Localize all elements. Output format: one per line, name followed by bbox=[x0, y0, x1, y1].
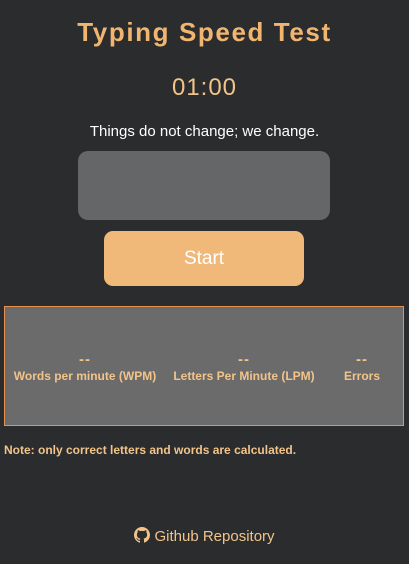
page-title: Typing Speed Test bbox=[77, 17, 332, 47]
github-link-text: Github Repository bbox=[154, 528, 275, 545]
github-icon bbox=[134, 527, 151, 543]
wpm-value: -- bbox=[79, 351, 91, 368]
typing-input[interactable] bbox=[78, 151, 330, 220]
errors-label: Errors bbox=[343, 369, 381, 383]
github-repository-link[interactable]: Github Repository bbox=[0, 527, 409, 547]
stat-lpm: -- Letters Per Minute (LPM) bbox=[172, 352, 316, 384]
stat-wpm: -- Words per minute (WPM) bbox=[13, 352, 157, 384]
stat-errors: -- Errors bbox=[336, 352, 388, 384]
errors-value: -- bbox=[356, 351, 368, 368]
countdown-timer: 01:00 bbox=[171, 74, 238, 101]
quote-text: Things do not change; we change. bbox=[89, 123, 320, 140]
lpm-label: Letters Per Minute (LPM) bbox=[173, 369, 315, 383]
calculation-note: Note: only correct letters and words are… bbox=[4, 443, 297, 457]
stats-panel: -- Words per minute (WPM) -- Letters Per… bbox=[4, 306, 404, 426]
lpm-value: -- bbox=[238, 351, 250, 368]
wpm-label: Words per minute (WPM) bbox=[13, 369, 157, 383]
start-button[interactable]: Start bbox=[104, 231, 304, 286]
